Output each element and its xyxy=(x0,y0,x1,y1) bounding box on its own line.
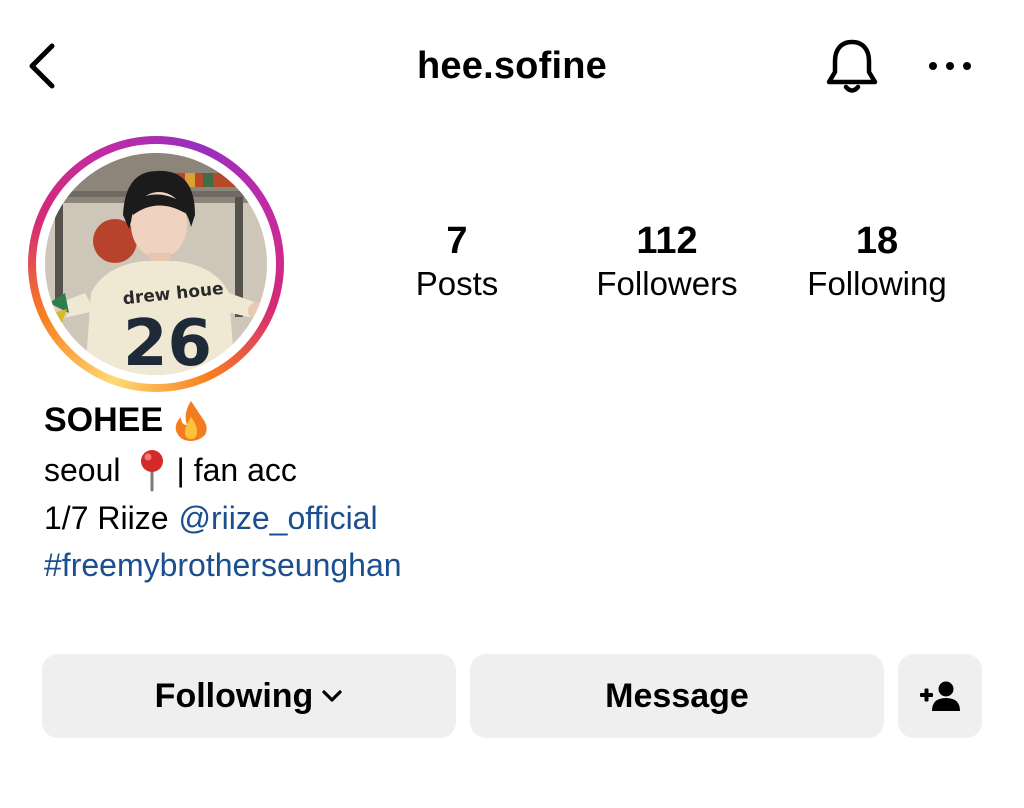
chevron-down-icon xyxy=(322,690,342,702)
followers-count[interactable]: 112 Followers xyxy=(557,218,777,304)
more-horizontal-icon xyxy=(929,62,971,70)
profile-avatar[interactable]: drew houe 26 xyxy=(45,153,267,375)
posts-label: Posts xyxy=(415,265,499,302)
bell-icon xyxy=(826,39,878,93)
bio-name: SOHEE xyxy=(44,398,213,442)
bio-line-location: seoul | fan acc xyxy=(44,448,297,492)
svg-text:26: 26 xyxy=(123,307,212,375)
notifications-button[interactable] xyxy=(820,34,884,98)
posts-number: 7 xyxy=(446,220,468,262)
bio-line-mention: 1/7 Riize @riize_official xyxy=(44,496,378,540)
add-user-icon xyxy=(920,681,960,711)
mention-link[interactable]: @riize_official xyxy=(179,496,378,540)
suggested-users-button[interactable] xyxy=(898,654,982,738)
chevron-left-icon xyxy=(29,43,55,89)
display-name: SOHEE xyxy=(44,401,164,439)
pushpin-emoji xyxy=(140,450,163,492)
hashtag-link[interactable]: #freemybrotherseunghan xyxy=(44,543,402,587)
following-number: 18 xyxy=(855,220,899,262)
bio-text: 1/7 Riize xyxy=(44,500,169,536)
bio-tagline: | fan acc xyxy=(176,452,297,488)
followers-number: 112 xyxy=(636,220,698,262)
profile-username: hee.sofine xyxy=(417,45,607,87)
profile-photo: drew houe 26 xyxy=(45,153,267,375)
back-button[interactable] xyxy=(18,38,66,94)
message-button[interactable]: Message xyxy=(470,654,884,738)
following-count[interactable]: 18 Following xyxy=(767,218,987,304)
following-button-label: Following xyxy=(154,676,314,715)
bio-location: seoul xyxy=(44,452,121,488)
followers-label: Followers xyxy=(596,265,738,302)
following-label: Following xyxy=(807,265,947,302)
more-options-button[interactable] xyxy=(922,44,978,88)
following-button[interactable]: Following xyxy=(42,654,456,738)
posts-count[interactable]: 7 Posts xyxy=(347,218,567,304)
message-button-label: Message xyxy=(605,676,749,715)
bio-line-hashtag: #freemybrotherseunghan xyxy=(44,543,402,587)
fire-emoji xyxy=(175,401,207,441)
